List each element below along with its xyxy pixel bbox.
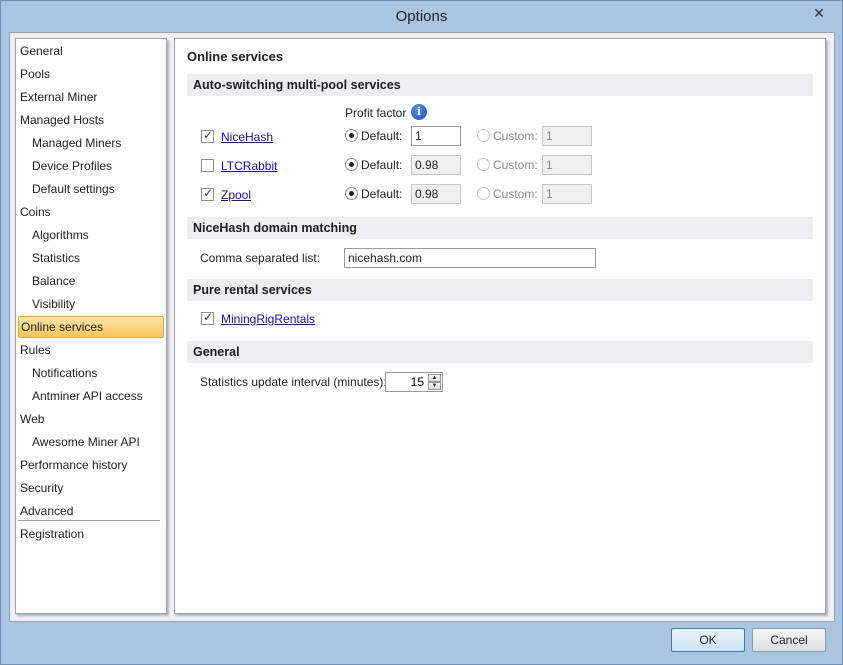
sidebar-nav: General Pools External Miner Managed Hosts M… (15, 38, 167, 614)
sidebar-item-managed-hosts[interactable]: Managed Hosts (18, 109, 164, 131)
sidebar-item-external-miner[interactable]: External Miner (18, 86, 164, 108)
content-area: General Pools External Miner Managed Hosts M… (9, 32, 835, 622)
section-header-auto-switching: Auto-switching multi-pool services (187, 74, 813, 96)
sidebar-item-default-settings[interactable]: Default settings (18, 178, 164, 200)
title-bar: Options (1, 1, 842, 31)
profit-factor-label: Profit factor (345, 106, 407, 120)
zpool-default-field[interactable] (411, 184, 461, 204)
sidebar-item-coins[interactable]: Coins (18, 201, 164, 223)
ltcrabbit-custom-field[interactable] (542, 155, 592, 175)
sidebar-item-online-services[interactable]: Online services (18, 316, 164, 338)
nicehash-default-radio[interactable] (345, 129, 358, 142)
domain-list-label: Comma separated list: (200, 251, 321, 265)
options-window: Options ✕ General Pools External Miner Mana… (0, 0, 843, 665)
ltcrabbit-default-field[interactable] (411, 155, 461, 175)
sidebar-item-notifications[interactable]: Notifications (18, 362, 164, 384)
nicehash-custom-label: Custom: (493, 129, 538, 143)
sidebar-item-balance[interactable]: Balance (18, 270, 164, 292)
zpool-custom-field[interactable] (542, 184, 592, 204)
settings-panel: Online services Auto-switching multi-poo… (174, 38, 826, 614)
ok-button[interactable]: OK (671, 628, 745, 652)
zpool-custom-label: Custom: (493, 187, 538, 201)
interval-input[interactable] (386, 373, 426, 391)
nicehash-custom-field[interactable] (542, 126, 592, 146)
ltcrabbit-custom-label: Custom: (493, 158, 538, 172)
sidebar-item-general[interactable]: General (18, 40, 164, 62)
ltcrabbit-default-radio[interactable] (345, 158, 358, 171)
spin-up-icon[interactable]: ▲ (428, 374, 441, 382)
info-icon[interactable]: i (411, 104, 427, 120)
miningrigrentals-link[interactable]: MiningRigRentals (221, 312, 315, 326)
sidebar-item-web[interactable]: Web (18, 408, 164, 430)
zpool-default-radio[interactable] (345, 187, 358, 200)
sidebar-item-algorithms[interactable]: Algorithms (18, 224, 164, 246)
sidebar-item-advanced[interactable]: Advanced (18, 500, 164, 522)
ltcrabbit-custom-radio[interactable] (477, 158, 490, 171)
section-header-general: General (187, 341, 813, 363)
sidebar-item-antminer-api-access[interactable]: Antminer API access (18, 385, 164, 407)
sidebar-item-pools[interactable]: Pools (18, 63, 164, 85)
sidebar-item-rules[interactable]: Rules (18, 339, 164, 361)
sidebar-item-visibility[interactable]: Visibility (18, 293, 164, 315)
zpool-custom-radio[interactable] (477, 187, 490, 200)
zpool-checkbox[interactable] (201, 186, 214, 201)
spin-down-icon[interactable]: ▼ (428, 382, 441, 390)
sidebar-item-security[interactable]: Security (18, 477, 164, 499)
sidebar-item-device-profiles[interactable]: Device Profiles (18, 155, 164, 177)
nicehash-link[interactable]: NiceHash (221, 130, 273, 144)
window-title: Options (395, 8, 448, 25)
zpool-link[interactable]: Zpool (221, 188, 251, 202)
sidebar-item-registration[interactable]: Registration (18, 523, 164, 545)
sidebar-item-managed-miners[interactable]: Managed Miners (18, 132, 164, 154)
cancel-button[interactable]: Cancel (752, 628, 826, 652)
nicehash-default-field[interactable] (411, 126, 461, 146)
miningrigrentals-checkbox[interactable] (201, 310, 214, 325)
sidebar-item-statistics[interactable]: Statistics (18, 247, 164, 269)
nicehash-checkbox[interactable] (201, 128, 214, 143)
ltcrabbit-link[interactable]: LTCRabbit (221, 159, 277, 173)
interval-label: Statistics update interval (minutes): (200, 375, 387, 389)
ltcrabbit-checkbox[interactable] (201, 159, 214, 172)
zpool-default-label: Default: (361, 187, 403, 201)
domain-list-input[interactable] (344, 248, 596, 268)
page-title: Online services (187, 49, 284, 64)
sidebar-item-awesome-miner-api[interactable]: Awesome Miner API (18, 431, 164, 453)
ltcrabbit-default-label: Default: (361, 158, 403, 172)
section-header-rental: Pure rental services (187, 279, 813, 301)
interval-stepper[interactable]: ▲ ▼ (385, 372, 443, 392)
nicehash-default-label: Default: (361, 129, 403, 143)
sidebar-item-performance-history[interactable]: Performance history (18, 454, 164, 476)
section-header-domain-matching: NiceHash domain matching (187, 217, 813, 239)
close-icon[interactable]: ✕ (806, 4, 832, 24)
nicehash-custom-radio[interactable] (477, 129, 490, 142)
